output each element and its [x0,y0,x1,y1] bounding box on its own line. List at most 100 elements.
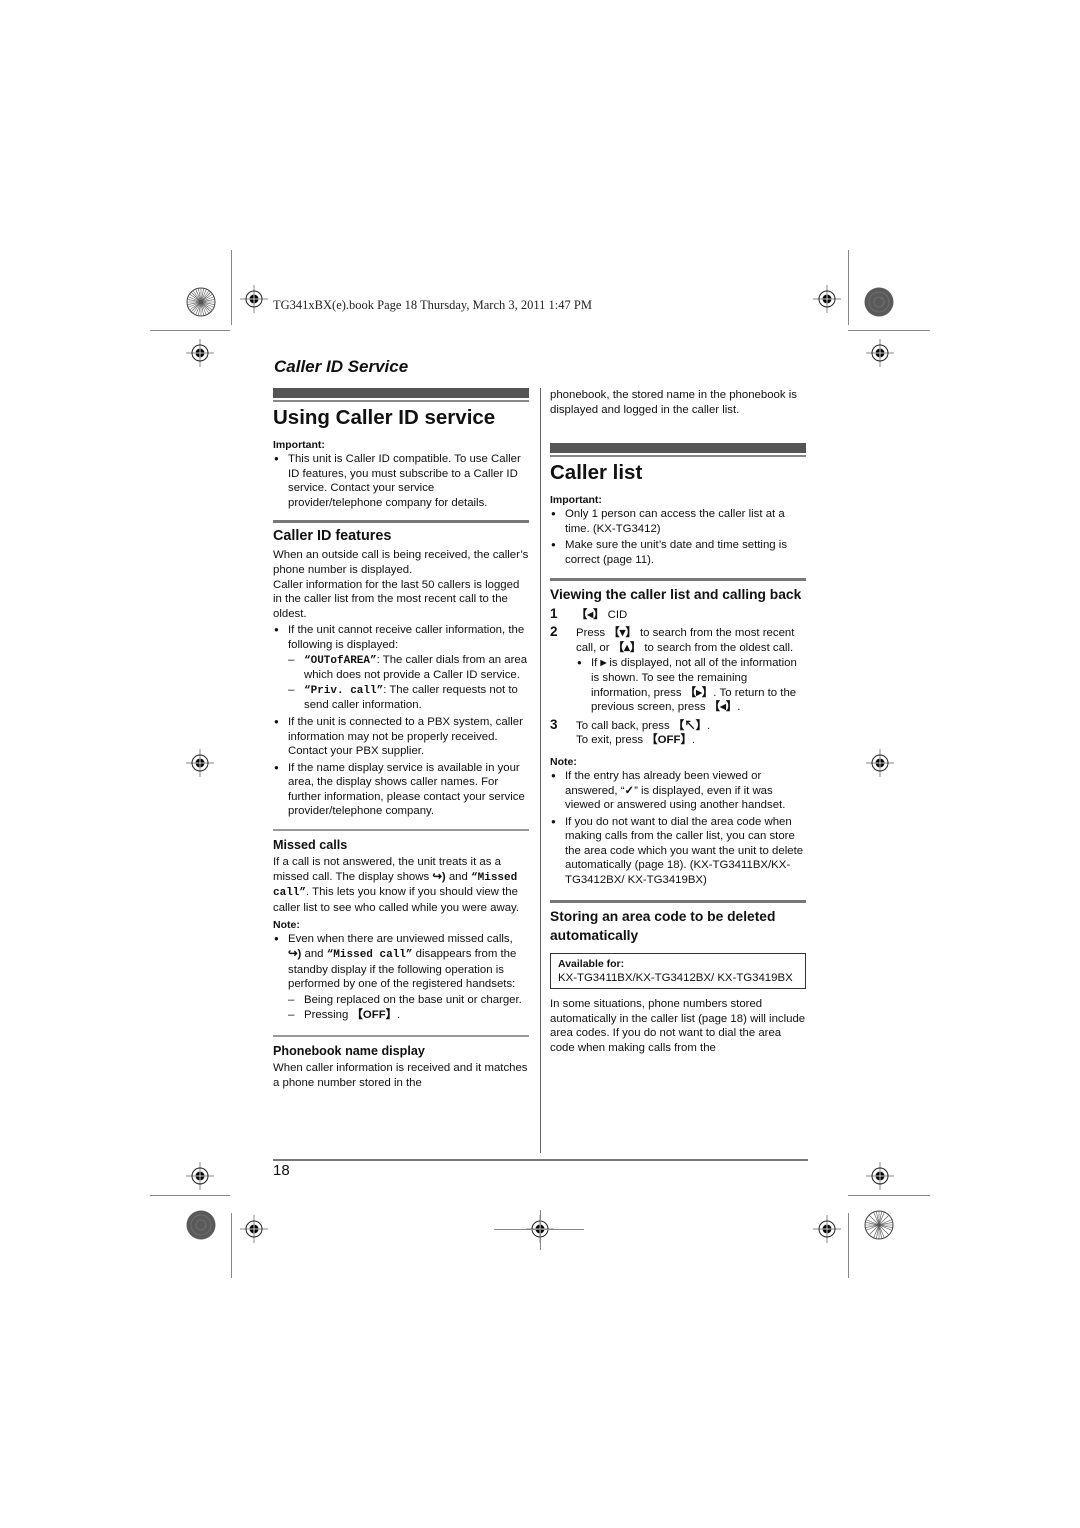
dash-text: . [397,1009,401,1022]
dash-item-outofarea: – “OUTofAREA”: The caller dials from an a… [288,653,528,682]
important-label: Important: [273,439,325,451]
note-label: Note: [550,755,577,768]
heading-rule [273,520,529,524]
crop-line [494,1229,584,1230]
display-code: “Missed call” [326,949,413,962]
checkmark-icon: ✓ [624,784,635,797]
paragraph: Caller information for the last 50 calle… [273,578,520,620]
step-number: 2 [550,624,558,640]
registration-mark-icon [240,1215,268,1243]
bullet-item: If the name display service is available… [273,761,529,819]
available-label: Available for: [558,957,625,970]
step-number: 1 [550,605,558,621]
grey-disc-mark-icon [864,287,894,317]
display-code: “OUTofAREA” [304,654,377,667]
dash-text: Pressing [304,1009,352,1022]
step-text: To exit, press [576,734,647,747]
right-column: phonebook, the stored name in the phoneb… [550,388,806,1056]
bullet-item: If the unit is connected to a PBX system… [273,715,529,759]
note-bullet: If the entry has already been viewed or … [550,769,806,813]
left-column: Using Caller ID service Important: This … [273,388,529,1090]
heading-caller-id-features: Caller ID features [273,528,392,545]
heading-rule [550,899,806,903]
off-key: 【OFF】 [646,734,692,747]
section-title-caller-list: Caller list [550,461,643,485]
dash-item-private-call: – “Priv. call”: The caller requests not t… [288,683,518,712]
text: Even when there are unviewed missed call… [288,933,513,946]
step-text: To call back, press [576,719,673,732]
step-3: 3 To call back, press 【↖】. To exit, pres… [550,716,806,748]
note-bullet: If you do not want to dial the area code… [550,815,806,888]
registration-mark-icon [186,339,214,367]
dash-item: – Pressing 【OFF】. [288,1009,401,1022]
up-key: 【▴】 [612,641,642,654]
text: If [591,657,601,670]
registration-mark-icon [240,285,268,313]
dash-item: – Being replaced on the base unit or char… [288,993,522,1006]
crop-line [848,1213,849,1278]
column-divider [540,388,541,1153]
dash-text: Being replaced on the base unit or charg… [304,993,522,1006]
step-sub-bullet: If ▸ is displayed, not all of the inform… [576,656,806,714]
important-bullet: Only 1 person can access the caller list… [550,507,806,536]
missed-call-icon: ↪) [288,948,302,961]
step-text: . [691,734,696,747]
text: and [445,870,472,883]
registration-mark-icon [866,339,894,367]
footer-rule [273,1159,808,1161]
starburst-mark-icon [186,287,216,317]
text: . [737,701,741,714]
registration-mark-icon [866,1162,894,1190]
paragraph: When an outside call is being received, … [273,549,529,576]
running-head: Caller ID Service [274,357,409,376]
heading-viewing-caller-list: Viewing the caller list and calling back [550,586,802,602]
crop-line [231,250,232,325]
paragraph: If a call is not answered, the unit trea… [273,855,529,915]
crop-line [848,250,849,325]
crop-line [540,1210,541,1250]
crop-line [231,1213,232,1278]
print-header-info: TG341xBX(e).book Page 18 Thursday, March… [273,298,592,312]
important-bullet: Make sure the unit’s date and time setti… [550,538,806,567]
heading-storing-area-code: Storing an area code to be deleted autom… [550,908,776,943]
page-number: 18 [273,1162,290,1179]
grey-disc-mark-icon [186,1210,216,1240]
right-key: 【▸】 [684,686,714,699]
heading-phonebook-name-display: Phonebook name display [273,1044,425,1058]
off-key: 【OFF】 [351,1009,398,1022]
down-key: 【▾】 [608,627,637,640]
step-text: to search from the oldest call. [641,641,794,654]
registration-mark-icon [813,1215,841,1243]
crop-line [848,330,930,331]
left-key: 【◂】 [576,608,605,621]
step-text: Press [576,627,609,640]
step-2: 2 Press 【▾】 to search from the most rece… [550,624,806,715]
crop-line [150,1195,230,1196]
paragraph: In some situations, phone numbers stored… [550,998,806,1055]
available-models: KX-TG3411BX/KX-TG3412BX/ KX-TG3419BX [558,971,793,984]
step-text: . [707,719,711,732]
missed-call-icon: ↪) [432,870,446,883]
paragraph: When caller information is received and … [273,1062,528,1089]
important-label: Important: [550,494,602,507]
left-key: 【◂】 [708,701,738,714]
heading-missed-calls: Missed calls [273,838,348,853]
heading-rule [273,1035,529,1037]
bullet-item: If the unit cannot receive caller inform… [273,623,529,652]
section-bar [550,443,806,456]
registration-mark-icon [813,285,841,313]
text: and [301,948,327,961]
section-bar [273,388,529,400]
registration-mark-icon [186,749,214,777]
registration-mark-icon [186,1162,214,1190]
talk-key-icon: 【↖】 [672,719,708,732]
step-number: 3 [550,716,558,732]
note-bullet: Even when there are unviewed missed call… [273,932,529,991]
paragraph-continued: phonebook, the stored name in the phoneb… [550,389,797,416]
note-label: Note: [273,919,300,932]
starburst-mark-icon [864,1210,894,1240]
crop-line [150,330,230,331]
heading-rule [550,577,806,581]
text: . This lets you know if you should view … [273,886,520,914]
step-1: 1 【◂】 CID [550,605,806,623]
